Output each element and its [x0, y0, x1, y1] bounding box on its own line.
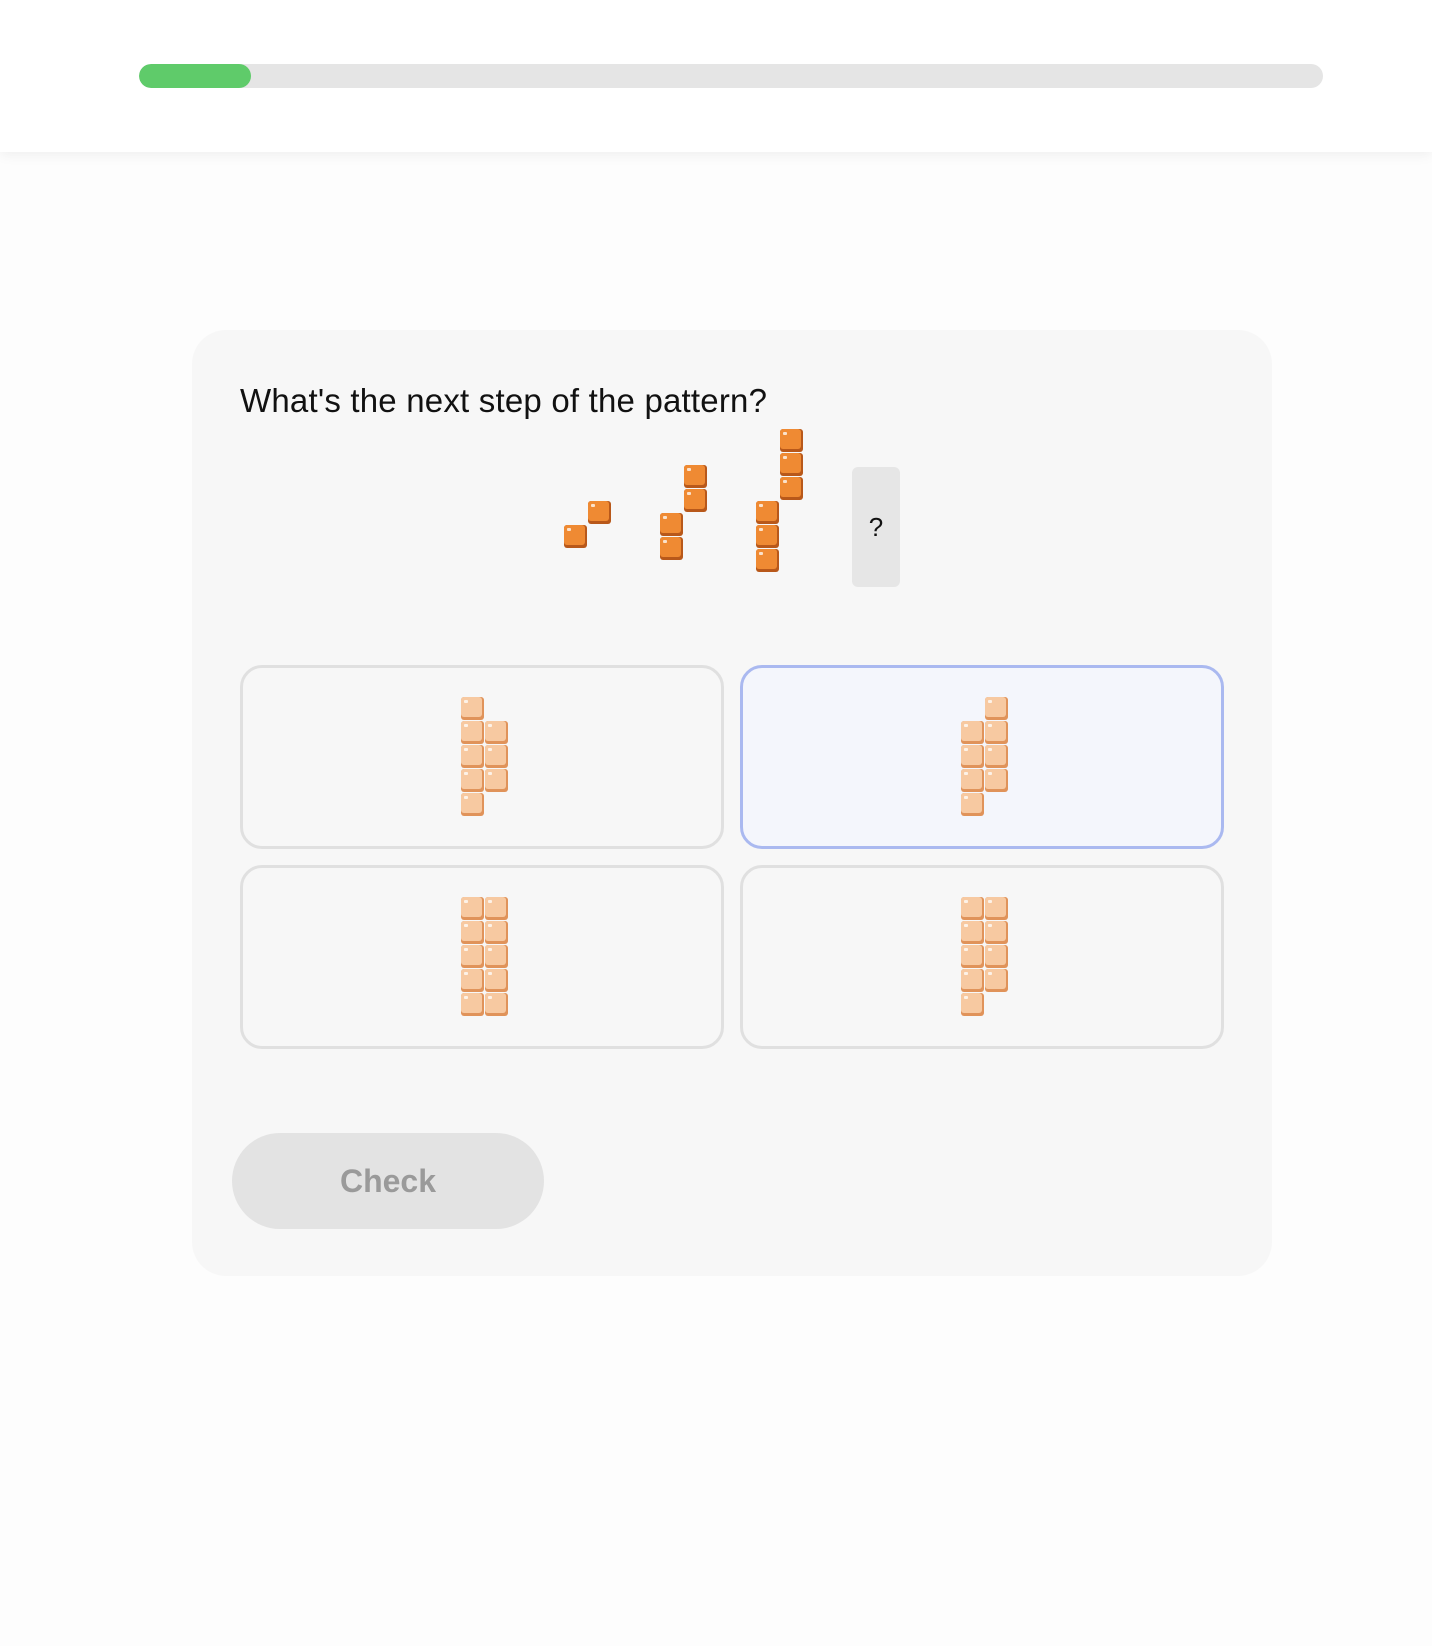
- pattern-step-2-block: [660, 513, 683, 536]
- option-2-block: [985, 745, 1008, 768]
- option-2-block: [961, 769, 984, 792]
- option-3-block: [461, 897, 484, 920]
- option-3-block: [485, 945, 508, 968]
- option-1-block: [461, 793, 484, 816]
- option-4-block: [961, 921, 984, 944]
- pattern-step-3-block: [780, 429, 803, 452]
- option-2-block: [961, 793, 984, 816]
- question-card: What's the next step of the pattern? ? C…: [192, 330, 1272, 1276]
- pattern-step-3-block: [780, 477, 803, 500]
- option-4-block: [961, 993, 984, 1016]
- next-step-placeholder: ?: [852, 467, 900, 587]
- pattern-step-2-block: [684, 465, 707, 488]
- option-1-block: [485, 721, 508, 744]
- option-4-block: [985, 921, 1008, 944]
- option-3-block: [485, 897, 508, 920]
- answer-option-3[interactable]: [240, 865, 724, 1049]
- pattern-step-1-block: [564, 525, 587, 548]
- option-2-block: [961, 721, 984, 744]
- pattern-step-3-block: [756, 501, 779, 524]
- option-3-block: [485, 969, 508, 992]
- answer-option-2[interactable]: [740, 665, 1224, 849]
- option-2-block: [985, 697, 1008, 720]
- option-3-block: [461, 993, 484, 1016]
- pattern-step-3-block: [780, 453, 803, 476]
- option-1-block: [461, 745, 484, 768]
- option-2-block: [961, 745, 984, 768]
- answer-option-4[interactable]: [740, 865, 1224, 1049]
- option-1-block: [485, 745, 508, 768]
- option-3-block: [461, 921, 484, 944]
- option-3-blocks: [461, 897, 508, 1016]
- option-4-block: [985, 945, 1008, 968]
- option-3-block: [461, 969, 484, 992]
- option-2-block: [985, 721, 1008, 744]
- top-bar: [0, 0, 1432, 152]
- pattern-sequence: [564, 429, 803, 572]
- pattern-step-2-block: [684, 489, 707, 512]
- pattern-step-1-block: [588, 501, 611, 524]
- option-4-block: [961, 897, 984, 920]
- option-4-blocks: [961, 897, 1008, 1016]
- option-1-block: [461, 721, 484, 744]
- option-1-blocks: [461, 697, 508, 816]
- option-2-blocks: [961, 697, 1008, 816]
- option-3-block: [485, 921, 508, 944]
- check-button[interactable]: Check: [232, 1133, 544, 1229]
- option-1-block: [461, 769, 484, 792]
- option-3-block: [461, 945, 484, 968]
- option-1-block: [485, 769, 508, 792]
- option-2-block: [985, 769, 1008, 792]
- answer-option-1[interactable]: [240, 665, 724, 849]
- option-4-block: [961, 945, 984, 968]
- pattern-step-2-block: [660, 537, 683, 560]
- option-4-block: [985, 969, 1008, 992]
- pattern-step-3-block: [756, 525, 779, 548]
- option-3-block: [485, 993, 508, 1016]
- progress-fill: [139, 64, 252, 88]
- question-mark: ?: [868, 511, 884, 542]
- option-4-block: [961, 969, 984, 992]
- option-1-block: [461, 697, 484, 720]
- option-4-block: [985, 897, 1008, 920]
- progress-bar: [139, 64, 1323, 88]
- pattern-step-3-block: [756, 549, 779, 572]
